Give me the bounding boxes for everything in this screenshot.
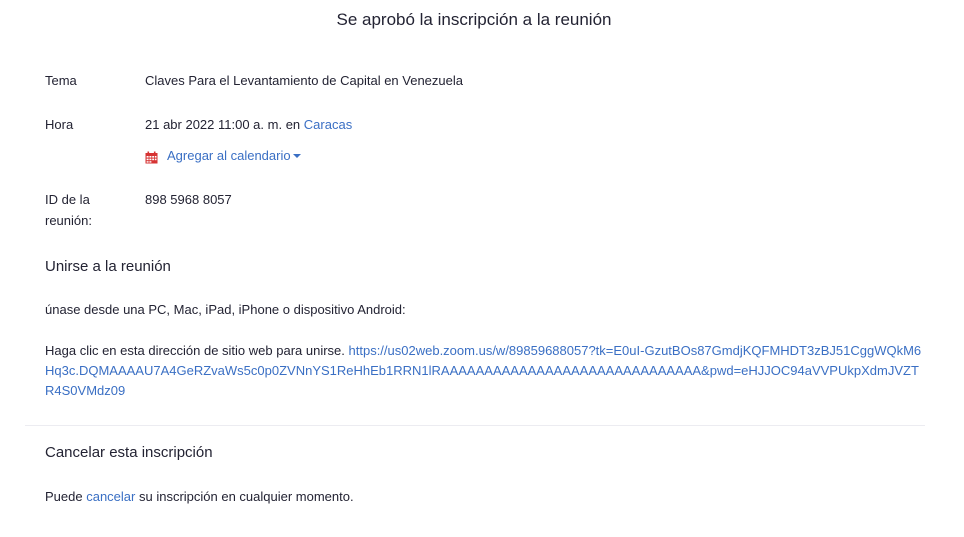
- page-title: Se aprobó la inscripción a la reunión: [336, 10, 612, 29]
- chevron-down-icon: [292, 154, 301, 158]
- section-divider: [25, 425, 925, 426]
- cancel-paragraph: Puede cancelar su inscripción en cualqui…: [45, 487, 925, 507]
- join-devices-text: únase desde una PC, Mac, iPad, iPhone o …: [45, 302, 406, 317]
- time-label: Hora: [45, 117, 74, 132]
- join-link-paragraph: Haga clic en esta dirección de sitio web…: [45, 341, 925, 401]
- add-to-calendar-label[interactable]: Agregar al calendario: [167, 146, 291, 166]
- cancel-text-before: Puede: [45, 489, 83, 504]
- meeting-id-label: ID de la reunión:: [45, 192, 92, 228]
- join-click-text: Haga clic en esta dirección de sitio web…: [45, 343, 345, 358]
- cancel-link[interactable]: cancelar: [86, 489, 135, 504]
- time-value: 21 abr 2022 11:00 a. m. en: [145, 117, 301, 132]
- join-heading: Unirse a la reunión: [45, 258, 171, 275]
- cancel-heading: Cancelar esta inscripción: [45, 444, 213, 461]
- time-value-row: 21 abr 2022 11:00 a. m. en Caracas: [145, 114, 352, 135]
- calendar-icon: [145, 150, 158, 163]
- topic-value: Claves Para el Levantamiento de Capital …: [145, 73, 463, 88]
- registration-approved-page: Se aprobó la inscripción a la reunión Te…: [0, 0, 964, 537]
- topic-label: Tema: [45, 73, 77, 88]
- meeting-id-value: 898 5968 8057: [145, 192, 232, 207]
- timezone-link[interactable]: Caracas: [304, 117, 352, 132]
- add-to-calendar-dropdown[interactable]: Agregar al calendario: [145, 146, 301, 166]
- cancel-text-after: su inscripción en cualquier momento.: [138, 489, 354, 504]
